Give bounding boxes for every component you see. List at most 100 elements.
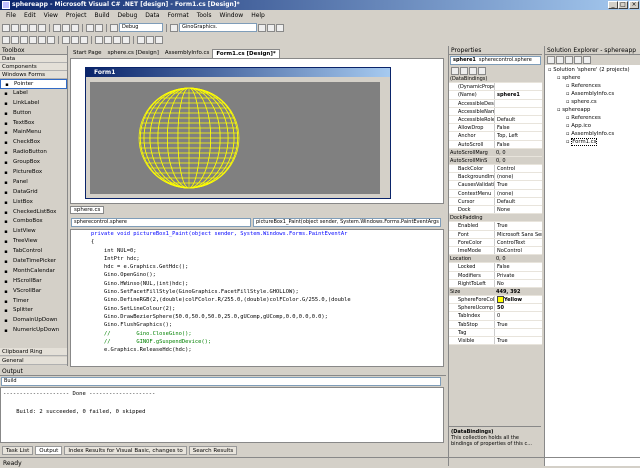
property-value[interactable]: Private <box>494 271 542 279</box>
toolbox-item[interactable]: ▪ Label <box>0 89 67 99</box>
tree-node[interactable]: ▫ AssemblyInfo.cs <box>546 130 639 138</box>
toolbox-section-clipboard[interactable]: Clipboard Ring <box>0 348 67 356</box>
toolbox-item[interactable]: ▪ TabControl <box>0 247 67 257</box>
menu-edit[interactable]: Edit <box>20 12 40 19</box>
object-selector[interactable]: sphere1 spherecontrol.sphere <box>450 56 541 65</box>
toolbox-item[interactable]: ▪ CheckBox <box>0 138 67 148</box>
output-source-combo[interactable]: Build <box>1 377 441 386</box>
new-project-icon[interactable] <box>2 23 10 32</box>
form1-window[interactable]: Form1 <box>85 67 391 199</box>
tree-node[interactable]: ▫ References <box>546 114 639 122</box>
tab-task-list[interactable]: Task List <box>2 446 34 455</box>
cut-icon[interactable] <box>53 23 61 32</box>
toolbox-item[interactable]: ▪ ComboBox <box>0 217 67 227</box>
toolbox-item[interactable]: ▪ ListBox <box>0 198 67 208</box>
property-value[interactable] <box>494 328 542 336</box>
toolbox-section-data[interactable]: Data <box>0 55 67 63</box>
menu-build[interactable]: Build <box>90 12 113 19</box>
solution-explorer-icon[interactable] <box>258 23 266 32</box>
sphere-control[interactable] <box>90 82 380 194</box>
same-height-icon[interactable] <box>71 35 79 44</box>
property-row[interactable]: Modifiers Private <box>449 271 542 280</box>
toolbox-item[interactable]: ▪ RadioButton <box>0 148 67 158</box>
tree-node[interactable]: ▫ AssemblyInfo.cs <box>546 90 639 98</box>
save-all-icon[interactable] <box>38 23 46 32</box>
tab-assemblyinfo[interactable]: AssemblyInfo.cs <box>162 49 212 58</box>
redo-icon[interactable] <box>95 23 103 32</box>
property-value[interactable]: True <box>494 320 542 328</box>
toolbox-item[interactable]: ▪ HScrollBar <box>0 277 67 287</box>
find-icon[interactable] <box>170 23 178 32</box>
toolbox-item[interactable]: ▪ DataGrid <box>0 188 67 198</box>
property-row[interactable]: ImeMode NoControl <box>449 246 542 256</box>
toolbox-item[interactable]: ▪ ListView <box>0 227 67 237</box>
tree-node[interactable]: ▫ sphere <box>546 74 639 82</box>
property-value[interactable]: (none) <box>494 173 542 181</box>
start-icon[interactable] <box>110 23 118 32</box>
property-row[interactable]: Cursor Default <box>449 197 542 206</box>
toolbox-item[interactable]: ▪ VScrollBar <box>0 287 67 297</box>
toolbox-item[interactable]: ▪ TreeView <box>0 237 67 247</box>
add-item-icon[interactable] <box>11 23 19 32</box>
property-value[interactable]: False <box>494 124 542 132</box>
align-right-icon[interactable] <box>20 35 28 44</box>
toolbox-item[interactable]: ▪ LinkLabel <box>0 99 67 109</box>
property-value[interactable]: 0 <box>494 312 542 320</box>
refresh-icon[interactable] <box>565 56 573 64</box>
property-value[interactable] <box>494 107 542 115</box>
align-middle-icon[interactable] <box>38 35 46 44</box>
show-all-files-icon[interactable] <box>574 56 582 64</box>
property-row[interactable]: AutoScrollMarg 0, 0 <box>449 148 542 157</box>
toolbox-item[interactable]: ▪ GroupBox <box>0 158 67 168</box>
properties-icon[interactable] <box>267 23 275 32</box>
property-value[interactable]: True <box>494 337 542 345</box>
property-value[interactable]: NoControl <box>494 246 542 255</box>
tree-node[interactable]: ▫ sphere.cs <box>546 98 639 106</box>
property-value[interactable]: 449, 392 <box>494 287 542 296</box>
property-row[interactable]: Tag <box>449 328 542 337</box>
maximize-button[interactable]: □ <box>618 1 628 9</box>
align-top-icon[interactable] <box>29 35 37 44</box>
property-value[interactable]: Default <box>494 115 542 124</box>
property-value[interactable]: Control <box>494 165 542 173</box>
property-row[interactable]: Size 449, 392 <box>449 287 542 297</box>
menu-data[interactable]: Data <box>141 12 163 19</box>
class-combo[interactable]: spherecontrol.sphere <box>71 218 251 227</box>
tree-node[interactable]: ▫ Form1.cs <box>546 138 639 146</box>
tree-node[interactable]: ▫ sphereapp <box>546 106 639 114</box>
spacing-icon[interactable] <box>113 35 121 44</box>
spacing-icon[interactable] <box>104 35 112 44</box>
property-row[interactable]: BackgroundIma (none) <box>449 173 542 182</box>
property-value[interactable]: Top, Left <box>494 132 542 140</box>
code-editor[interactable]: private void pictureBox1_Paint(object se… <box>70 229 444 367</box>
align-center-icon[interactable] <box>11 35 19 44</box>
tab-sphere-cs[interactable]: sphere.cs <box>70 206 105 214</box>
properties-view-icon[interactable] <box>469 66 477 75</box>
toolbox-item[interactable]: ▪ NumericUpDown <box>0 326 67 336</box>
property-row[interactable]: Locked False <box>449 263 542 272</box>
property-row[interactable]: (DynamicPrope <box>449 83 542 92</box>
output-text[interactable]: -------------------- Done --------------… <box>0 387 444 443</box>
events-icon[interactable] <box>478 66 486 75</box>
copy-icon[interactable] <box>62 23 70 32</box>
property-value[interactable]: 0, 0 <box>494 148 542 156</box>
menu-debug[interactable]: Debug <box>114 12 142 19</box>
menu-help[interactable]: Help <box>247 12 269 19</box>
toolbox-item[interactable]: ▪ Timer <box>0 297 67 307</box>
toolbox-item[interactable]: ▪ MainMenu <box>0 128 67 138</box>
tree-node[interactable]: ▫ App.ico <box>546 122 639 130</box>
property-row[interactable]: SphereForeCol Yellow <box>449 296 542 305</box>
property-row[interactable]: AutoScrollMinS 0, 0 <box>449 156 542 166</box>
spacing-icon[interactable] <box>95 35 103 44</box>
property-row[interactable]: BackColor Control <box>449 165 542 174</box>
property-row[interactable]: AutoScroll False <box>449 140 542 149</box>
categorized-icon[interactable] <box>451 66 459 75</box>
property-row[interactable]: DockPadding <box>449 214 542 223</box>
property-row[interactable]: AllowDrop False <box>449 124 542 133</box>
align-left-icon[interactable] <box>2 35 10 44</box>
property-row[interactable]: AccessibleDesc <box>449 99 542 108</box>
tab-index-results[interactable]: Index Results for Visual Basic, changes … <box>64 446 187 455</box>
tab-start-page[interactable]: Start Page <box>70 49 105 58</box>
property-value[interactable]: Default <box>494 197 542 205</box>
find-combo[interactable]: GinoGraphics. <box>179 23 257 32</box>
